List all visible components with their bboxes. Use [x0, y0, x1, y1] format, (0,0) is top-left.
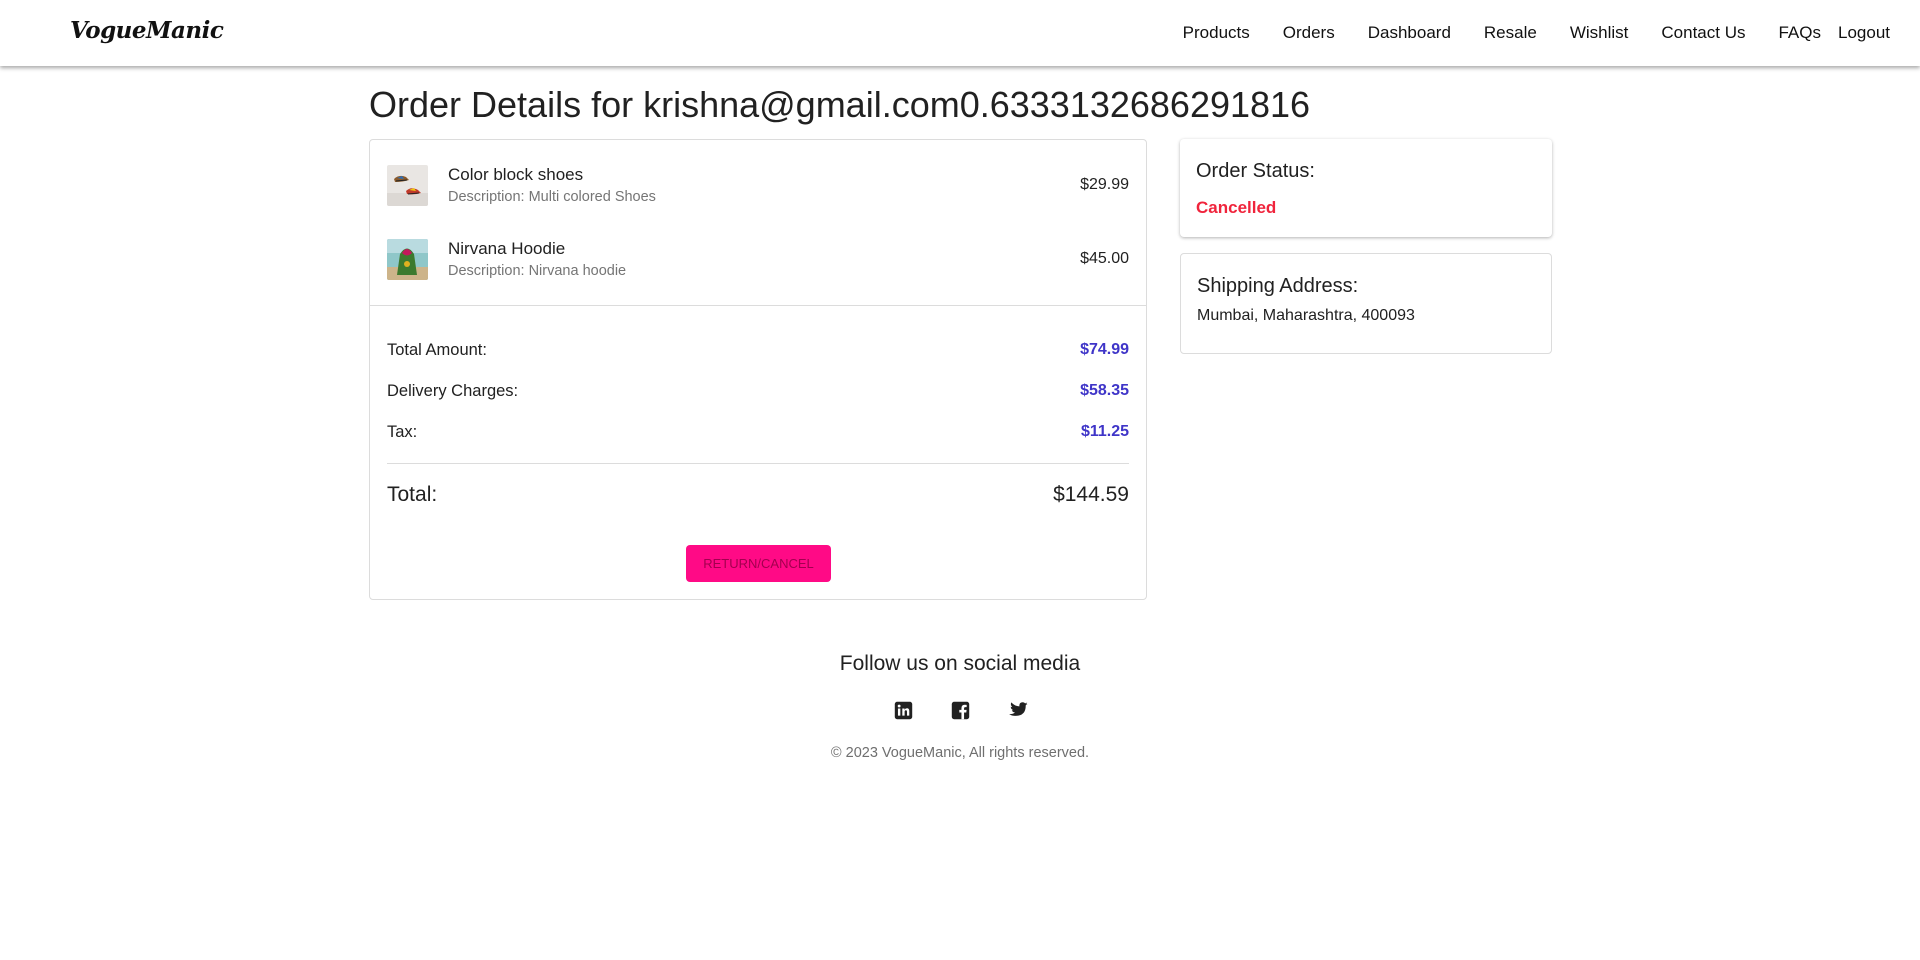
nav-link-wishlist[interactable]: Wishlist — [1570, 23, 1629, 43]
summary-value: $11.25 — [1080, 423, 1129, 440]
nav-link-logout[interactable]: Logout — [1838, 23, 1890, 43]
item-price: $29.99 — [1080, 176, 1129, 193]
nav-link-dashboard[interactable]: Dashboard — [1368, 23, 1451, 43]
order-item: Color block shoes Description: Multi col… — [387, 165, 1129, 207]
hoodie-thumbnail-icon — [387, 239, 428, 280]
facebook-icon[interactable] — [949, 699, 971, 721]
nav-link-resale[interactable]: Resale — [1484, 23, 1537, 43]
order-item: Nirvana Hoodie Description: Nirvana hood… — [387, 239, 1129, 281]
nav-link-orders[interactable]: Orders — [1283, 23, 1335, 43]
item-description: Description: Nirvana hoodie — [448, 263, 627, 279]
summary-row-tax: Tax: $11.25 — [387, 423, 1129, 445]
grand-total-value: $144.59 — [1053, 483, 1129, 506]
shipping-address-label: Shipping Address: — [1197, 275, 1359, 297]
summary-label: Tax: — [387, 423, 418, 441]
top-navbar: VogueManic Products Orders Dashboard Res… — [0, 0, 1920, 66]
summary-row-delivery-charges: Delivery Charges: $58.35 — [387, 382, 1129, 404]
nav-links: Products Orders Dashboard Resale Wishlis… — [1150, 0, 1890, 66]
summary-value: $74.99 — [1080, 341, 1129, 358]
return-cancel-button[interactable]: RETURN/CANCEL — [686, 545, 831, 582]
items-divider — [370, 305, 1146, 306]
order-status-value: Cancelled — [1196, 198, 1277, 217]
brand-logo[interactable]: VogueManic — [70, 17, 224, 44]
grand-total-label: Total: — [387, 483, 438, 506]
summary-value: $58.35 — [1080, 382, 1129, 399]
summary-divider — [387, 463, 1129, 464]
page-title: Order Details for krishna@gmail.com0.633… — [369, 84, 1311, 125]
footer-copyright: © 2023 VogueManic, All rights reserved. — [830, 745, 1090, 761]
shipping-address-value: Mumbai, Maharashtra, 400093 — [1197, 307, 1415, 324]
item-price: $45.00 — [1080, 250, 1129, 267]
item-description: Description: Multi colored Shoes — [448, 189, 656, 205]
shoes-thumbnail-icon — [387, 165, 428, 206]
nav-link-faqs[interactable]: FAQs — [1778, 23, 1821, 43]
summary-label: Total Amount: — [387, 341, 487, 359]
shipping-address-card: Shipping Address: Mumbai, Maharashtra, 4… — [1180, 253, 1552, 354]
twitter-icon[interactable] — [1006, 699, 1028, 721]
social-icons-row — [0, 699, 1920, 721]
order-items-card: Color block shoes Description: Multi col… — [369, 139, 1147, 600]
order-status-card: Order Status: Cancelled — [1180, 139, 1552, 237]
footer-social-title: Follow us on social media — [839, 652, 1081, 675]
item-name: Color block shoes — [448, 165, 584, 184]
nav-link-products[interactable]: Products — [1183, 23, 1250, 43]
summary-label: Delivery Charges: — [387, 382, 519, 400]
summary-row-total-amount: Total Amount: $74.99 — [387, 341, 1129, 363]
item-name: Nirvana Hoodie — [448, 239, 566, 258]
nav-link-contact-us[interactable]: Contact Us — [1661, 23, 1745, 43]
linkedin-icon[interactable] — [892, 699, 914, 721]
order-status-label: Order Status: — [1196, 160, 1315, 182]
